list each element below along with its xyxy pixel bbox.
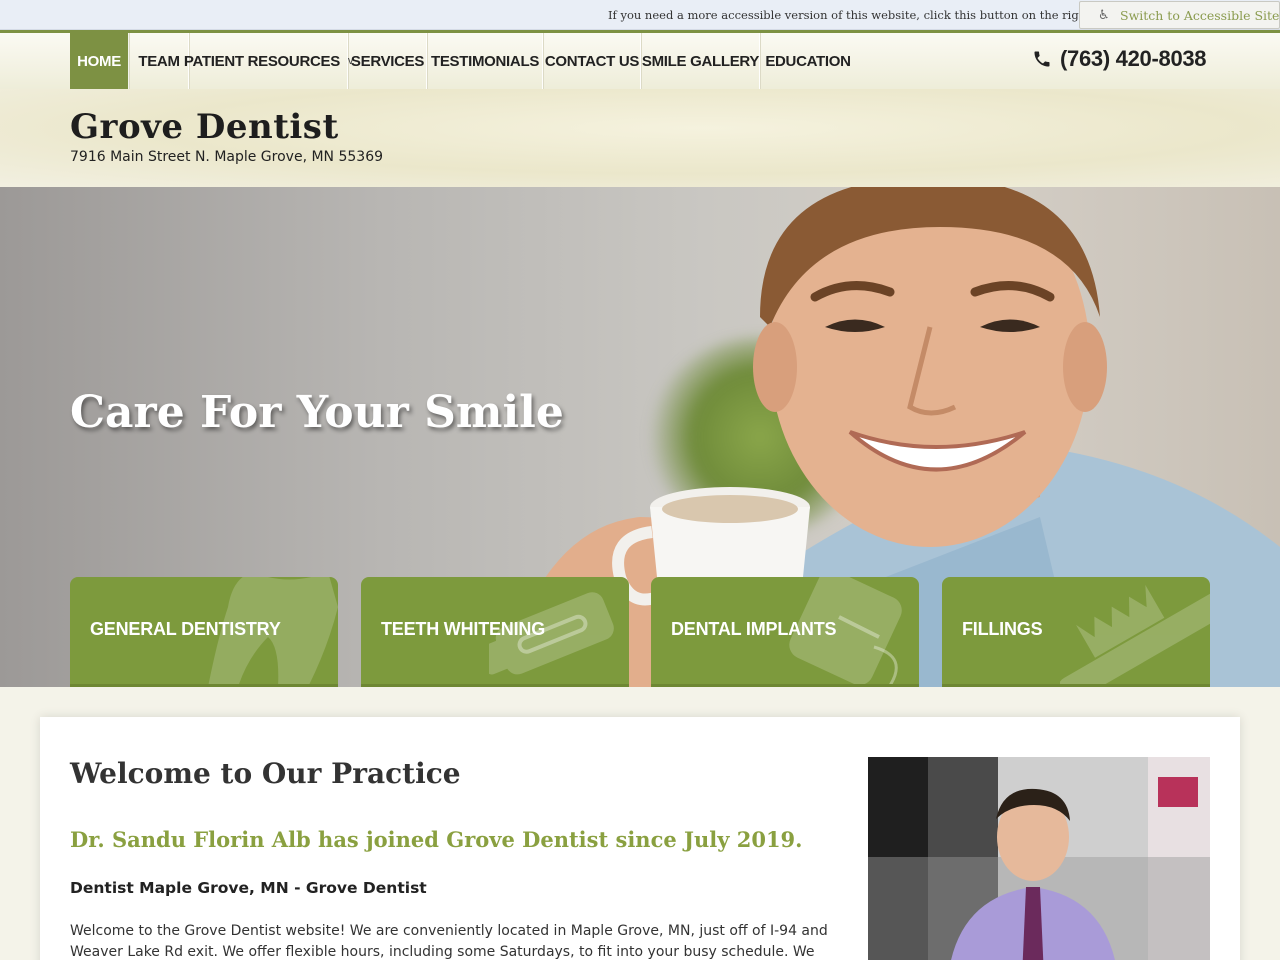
nav-contact-us-label: CONTACT US [544, 52, 640, 70]
service-tile-dental-implants[interactable]: DENTAL IMPLANTS [651, 577, 919, 687]
nav-team-label: TEAM [138, 52, 180, 70]
service-tile-label: DENTAL IMPLANTS [671, 619, 837, 639]
accessibility-message: If you need a more accessible version of… [608, 8, 1095, 22]
practice-subheading: Dentist Maple Grove, MN - Grove Dentist [70, 879, 427, 897]
service-tile-fillings[interactable]: FILLINGS [942, 577, 1210, 687]
site-title[interactable]: Grove Dentist [70, 107, 339, 147]
accessibility-bar: If you need a more accessible version of… [0, 0, 1280, 30]
welcome-title: Welcome to Our Practice [70, 757, 461, 790]
site-header: Grove Dentist 7916 Main Street N. Maple … [0, 89, 1280, 187]
hero-banner: Care For Your Smile GENERAL DENTISTRY TE… [0, 187, 1280, 687]
service-tile-label: FILLINGS [962, 619, 1043, 639]
toothbrush-icon [1060, 584, 1210, 684]
nav-home-label: HOME [77, 52, 121, 70]
doctor-announcement: Dr. Sandu Florin Alb has joined Grove De… [70, 827, 803, 852]
nav-patient-resources-label: PATIENT RESOURCES [183, 52, 340, 70]
phone-icon [1034, 51, 1050, 67]
welcome-section: Welcome to Our Practice Dr. Sandu Florin… [40, 717, 1240, 960]
nav-testimonials[interactable]: TESTIMONIALS [428, 33, 543, 89]
service-tile-label: TEETH WHITENING [381, 619, 545, 639]
site-address: 7916 Main Street N. Maple Grove, MN 5536… [70, 149, 384, 165]
nav-education[interactable]: EDUCATION [761, 33, 855, 89]
switch-accessible-site-label: Switch to Accessible Site [1120, 8, 1280, 23]
nav-home[interactable]: HOME [70, 33, 129, 89]
phone-number: (763) 420-8038 [1060, 46, 1207, 71]
doctor-photo-illustration [868, 757, 1210, 960]
doctor-photo [868, 757, 1210, 960]
main-navigation: HOME TEAM PATIENT RESOURCES v SERVICES T… [0, 30, 1280, 89]
nav-services[interactable]: SERVICES [349, 33, 427, 89]
nav-services-label: SERVICES [350, 52, 425, 70]
service-tile-teeth-whitening[interactable]: TEETH WHITENING [361, 577, 629, 687]
nav-smile-gallery-label: SMILE GALLERY [641, 52, 760, 70]
nav-patient-resources[interactable]: PATIENT RESOURCES v [184, 33, 353, 89]
wheelchair-icon: ♿ [1098, 8, 1110, 23]
service-tile-label: GENERAL DENTISTRY [90, 619, 281, 639]
phone-number-link[interactable]: (763) 420-8038 [1032, 46, 1207, 72]
nav-testimonials-label: TESTIMONIALS [430, 52, 540, 70]
switch-accessible-site-button[interactable]: ♿ Switch to Accessible Site [1079, 1, 1280, 29]
nav-education-label: EDUCATION [765, 52, 851, 70]
service-tile-general-dentistry[interactable]: GENERAL DENTISTRY [70, 577, 338, 687]
nav-contact-us[interactable]: CONTACT US [544, 33, 641, 89]
intro-paragraph: Welcome to the Grove Dentist website! We… [70, 923, 828, 960]
nav-smile-gallery[interactable]: SMILE GALLERY [642, 33, 760, 89]
hero-headline: Care For Your Smile [70, 387, 564, 438]
nav-team[interactable]: TEAM [130, 33, 189, 89]
